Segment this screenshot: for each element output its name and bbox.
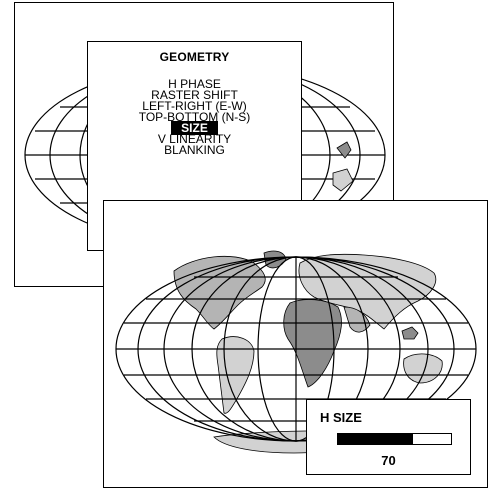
h-size-slider-fill	[338, 434, 413, 444]
menu-item-blanking[interactable]: BLANKING	[88, 144, 301, 156]
menu-title: GEOMETRY	[159, 50, 230, 64]
h-size-screen: H SIZE 70	[103, 200, 488, 488]
h-size-label: H SIZE	[320, 410, 362, 425]
h-size-panel: H SIZE 70	[306, 399, 471, 475]
geometry-menu-list: H PHASE RASTER SHIFT LEFT-RIGHT (E-W) TO…	[88, 78, 301, 156]
h-size-value: 70	[381, 453, 396, 468]
h-size-slider[interactable]	[337, 433, 452, 445]
